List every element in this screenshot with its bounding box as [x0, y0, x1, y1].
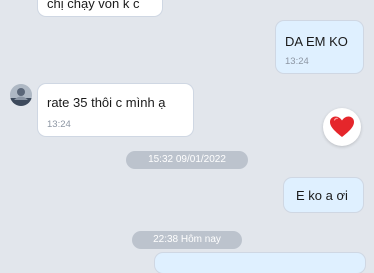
message-text: DA EM KO	[285, 34, 348, 49]
message-text: rate 35 thôi c mình ạ	[47, 95, 166, 110]
avatar[interactable]	[10, 84, 32, 106]
message-timestamp: 13:24	[285, 56, 309, 67]
message-bubble-outgoing[interactable]: E ko a ơi	[284, 178, 363, 212]
message-bubble-outgoing[interactable]	[155, 253, 365, 273]
avatar-image	[10, 84, 32, 106]
message-bubble-outgoing[interactable]: DA EM KO 13:24	[276, 21, 363, 73]
date-divider: 22:38 Hôm nay	[132, 231, 242, 249]
message-bubble-incoming[interactable]: rate 35 thôi c mình ạ 13:24	[38, 84, 193, 136]
date-divider: 15:32 09/01/2022	[126, 151, 248, 169]
message-text: E ko a ơi	[296, 188, 348, 203]
message-bubble-incoming[interactable]: chị chạy von k c	[38, 0, 162, 16]
message-text: chị chạy von k c	[47, 0, 140, 11]
date-divider-label: 15:32 09/01/2022	[148, 154, 226, 165]
message-timestamp: 13:24	[47, 119, 71, 130]
reaction-button[interactable]	[323, 108, 361, 146]
heart-icon	[330, 116, 354, 137]
date-divider-label: 22:38 Hôm nay	[153, 234, 221, 245]
